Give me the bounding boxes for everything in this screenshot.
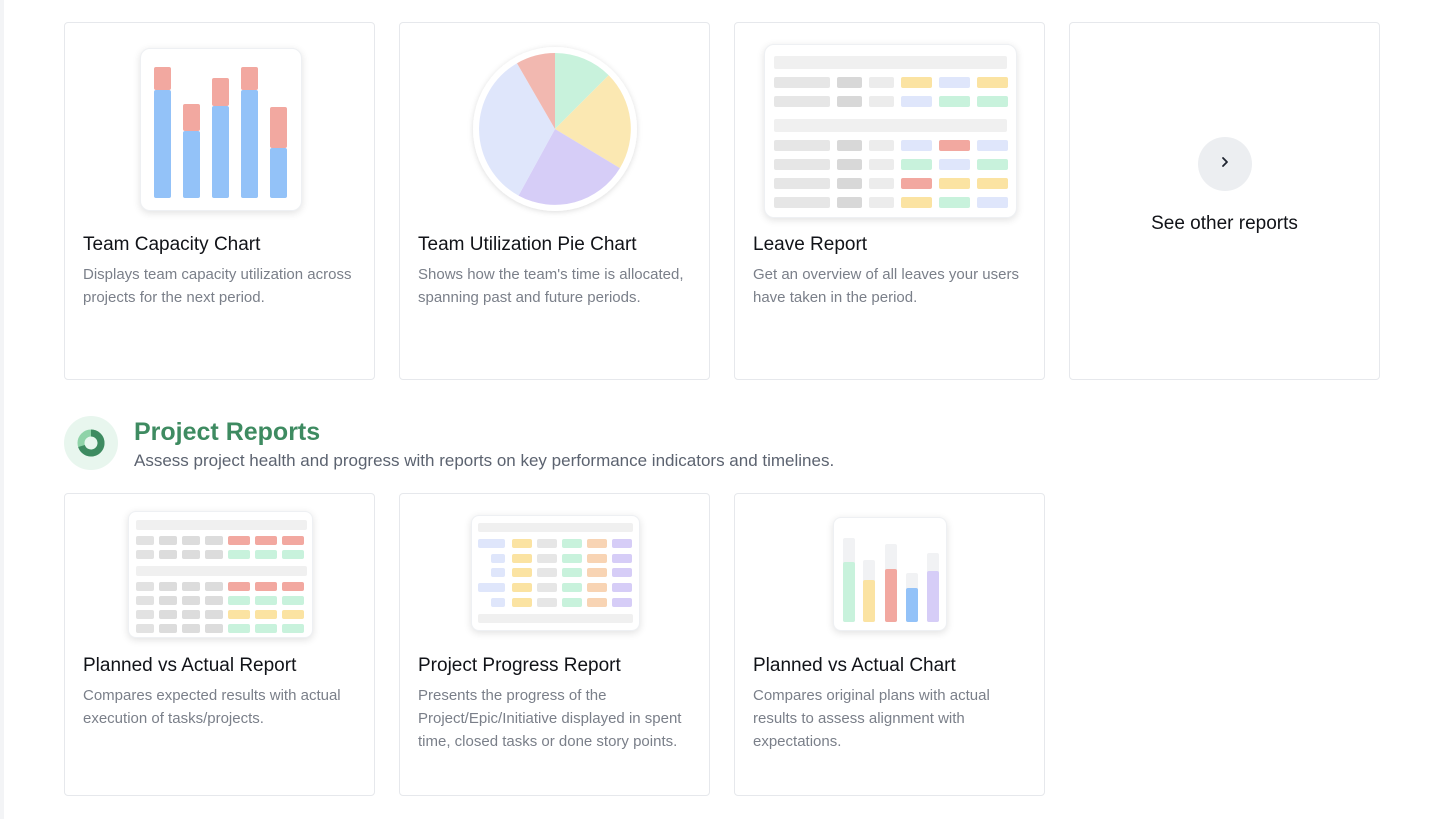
pie-illustration <box>473 47 637 211</box>
card-title: Team Capacity Chart <box>83 234 261 255</box>
team-utilization-pie-card[interactable]: Team Utilization Pie Chart Shows how the… <box>399 22 710 380</box>
card-description: Get an overview of all leaves your users… <box>753 266 1019 306</box>
stacked-bar-illustration <box>140 48 302 211</box>
table-illustration <box>471 515 640 631</box>
leave-report-thumbnail <box>735 23 1044 233</box>
planned-vs-actual-report-thumbnail <box>65 494 374 654</box>
grouped-bar-illustration <box>833 517 947 631</box>
see-other-reports-label: See other reports <box>1151 213 1298 234</box>
card-description: Shows how the team's time is allocated, … <box>418 266 684 306</box>
section-title: Project Reports <box>134 418 321 446</box>
card-title: Project Progress Report <box>418 655 621 676</box>
project-progress-thumbnail <box>400 494 709 654</box>
project-progress-report-card[interactable]: Project Progress Report Presents the pro… <box>399 493 710 796</box>
card-description: Displays team capacity utilization acros… <box>83 266 352 306</box>
card-description: Compares original plans with actual resu… <box>753 687 990 750</box>
team-utilization-thumbnail <box>400 23 709 233</box>
donut-chart-icon <box>64 416 118 470</box>
resource-reports-grid: Team Capacity Chart Displays team capaci… <box>64 22 1380 380</box>
chevron-right-icon <box>1219 155 1231 173</box>
planned-vs-actual-chart-thumbnail <box>735 494 1044 654</box>
planned-vs-actual-report-card[interactable]: Planned vs Actual Report Compares expect… <box>64 493 375 796</box>
table-illustration <box>764 44 1017 218</box>
see-other-reports-button[interactable] <box>1197 137 1252 191</box>
team-capacity-chart-card[interactable]: Team Capacity Chart Displays team capaci… <box>64 22 375 380</box>
section-subtitle: Assess project health and progress with … <box>134 451 835 470</box>
card-title: Planned vs Actual Report <box>83 655 297 676</box>
reports-page: Team Capacity Chart Displays team capaci… <box>0 0 1440 819</box>
card-title: Team Utilization Pie Chart <box>418 234 637 255</box>
card-title: Planned vs Actual Chart <box>753 655 956 676</box>
see-other-reports-card[interactable]: See other reports <box>1069 22 1380 380</box>
table-illustration <box>128 511 313 638</box>
card-title: Leave Report <box>753 234 868 255</box>
card-description: Compares expected results with actual ex… <box>83 687 341 727</box>
card-description: Presents the progress of the Project/Epi… <box>418 687 682 750</box>
leave-report-card[interactable]: Leave Report Get an overview of all leav… <box>734 22 1045 380</box>
team-capacity-thumbnail <box>65 23 374 233</box>
planned-vs-actual-chart-card[interactable]: Planned vs Actual Chart Compares origina… <box>734 493 1045 796</box>
project-reports-grid: Planned vs Actual Report Compares expect… <box>64 493 1380 796</box>
